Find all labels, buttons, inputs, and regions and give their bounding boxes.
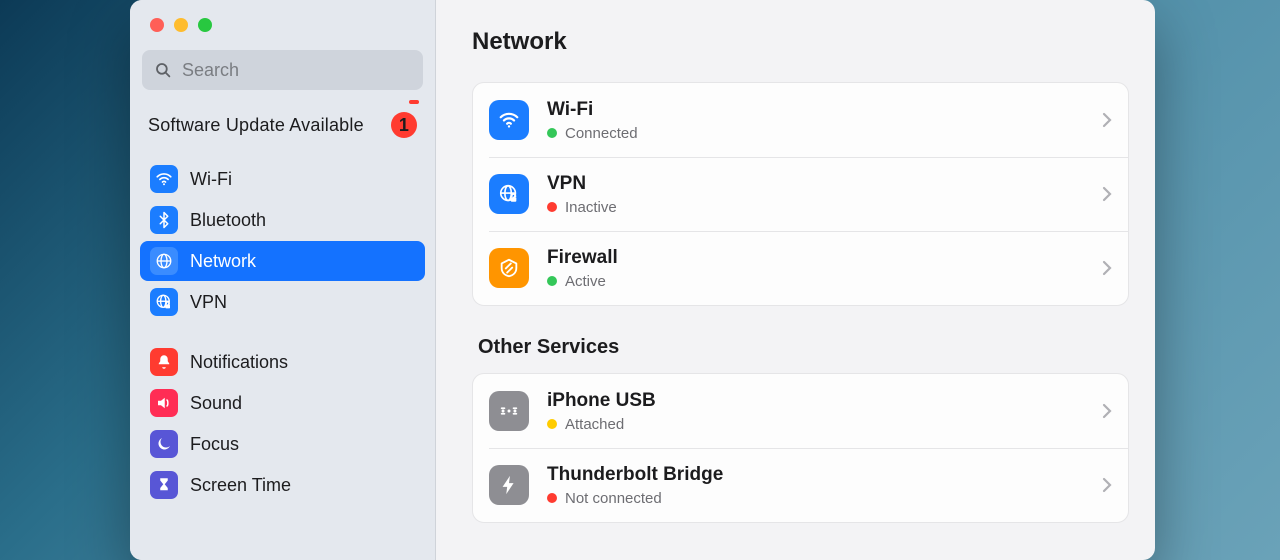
zoom-icon[interactable]	[198, 18, 212, 32]
search-input[interactable]	[142, 50, 423, 90]
window-controls	[140, 14, 425, 50]
chevron-right-icon	[1102, 112, 1112, 128]
status-label: Attached	[565, 416, 624, 433]
sidebar-item-label: Focus	[190, 434, 239, 455]
minimize-icon[interactable]	[174, 18, 188, 32]
row-vpn[interactable]: VPN Inactive	[473, 157, 1128, 231]
sidebar-item-label: Wi-Fi	[190, 169, 232, 190]
search-field[interactable]	[142, 50, 423, 90]
row-title: iPhone USB	[547, 390, 1092, 412]
sidebar-item-screentime[interactable]: Screen Time	[140, 465, 425, 505]
page-title: Network	[472, 28, 1129, 56]
globe-icon	[150, 247, 178, 275]
main-pane: Network Wi-Fi Connected	[436, 0, 1155, 560]
chevron-right-icon	[1102, 186, 1112, 202]
other-services-card: iPhone USB Attached Thunderbolt Bridge	[472, 373, 1129, 523]
row-thunderbolt[interactable]: Thunderbolt Bridge Not connected	[473, 448, 1128, 522]
sidebar-item-focus[interactable]: Focus	[140, 424, 425, 464]
vpn-icon	[489, 174, 529, 214]
sidebar-item-network[interactable]: Network	[140, 241, 425, 281]
thunderbolt-icon	[489, 465, 529, 505]
sidebar-item-label: Notifications	[190, 352, 288, 373]
row-firewall[interactable]: Firewall Active	[473, 231, 1128, 305]
software-update-row[interactable]: Software Update Available 1	[140, 106, 425, 152]
row-status: Inactive	[547, 199, 1092, 216]
status-dot-icon	[547, 202, 557, 212]
status-dot-icon	[547, 128, 557, 138]
sidebar-item-label: Bluetooth	[190, 210, 266, 231]
firewall-icon	[489, 248, 529, 288]
sidebar-item-label: Screen Time	[190, 475, 291, 496]
status-label: Not connected	[565, 490, 662, 507]
row-title: Firewall	[547, 247, 1092, 269]
row-title: Wi-Fi	[547, 99, 1092, 121]
bluetooth-icon	[150, 206, 178, 234]
hourglass-icon	[150, 471, 178, 499]
row-status: Connected	[547, 125, 1092, 142]
vpn-icon	[150, 288, 178, 316]
sidebar-item-label: VPN	[190, 292, 227, 313]
primary-services-card: Wi-Fi Connected VPN	[472, 82, 1129, 306]
sidebar-group-general: Notifications Sound Focus Screen Time	[140, 341, 425, 506]
row-wifi[interactable]: Wi-Fi Connected	[473, 83, 1128, 157]
sidebar-item-label: Sound	[190, 393, 242, 414]
wifi-icon	[489, 100, 529, 140]
sidebar: Software Update Available 1 Wi-Fi	[130, 0, 436, 560]
sidebar-item-sound[interactable]: Sound	[140, 383, 425, 423]
sidebar-item-bluetooth[interactable]: Bluetooth	[140, 200, 425, 240]
row-title: Thunderbolt Bridge	[547, 464, 1092, 486]
sound-icon	[150, 389, 178, 417]
moon-icon	[150, 430, 178, 458]
section-other-title: Other Services	[478, 336, 1129, 359]
sidebar-item-notifications[interactable]: Notifications	[140, 342, 425, 382]
sidebar-group-network: Wi-Fi Bluetooth Network	[140, 158, 425, 323]
status-label: Active	[565, 273, 606, 290]
iphone-usb-icon	[489, 391, 529, 431]
row-status: Not connected	[547, 490, 1092, 507]
sidebar-item-vpn[interactable]: VPN	[140, 282, 425, 322]
search-icon	[154, 61, 172, 79]
sidebar-item-wifi[interactable]: Wi-Fi	[140, 159, 425, 199]
row-status: Attached	[547, 416, 1092, 433]
row-title: VPN	[547, 173, 1092, 195]
status-dot-icon	[547, 419, 557, 429]
chevron-right-icon	[1102, 403, 1112, 419]
row-status: Active	[547, 273, 1092, 290]
status-label: Inactive	[565, 199, 617, 216]
chevron-right-icon	[1102, 260, 1112, 276]
close-icon[interactable]	[150, 18, 164, 32]
status-dot-icon	[547, 276, 557, 286]
chevron-right-icon	[1102, 477, 1112, 493]
software-update-label: Software Update Available	[148, 115, 364, 136]
update-count-badge: 1	[391, 112, 417, 138]
sidebar-item-label: Network	[190, 251, 256, 272]
wifi-icon	[150, 165, 178, 193]
settings-window: Software Update Available 1 Wi-Fi	[130, 0, 1155, 560]
status-label: Connected	[565, 125, 638, 142]
row-iphone-usb[interactable]: iPhone USB Attached	[473, 374, 1128, 448]
status-dot-icon	[547, 493, 557, 503]
bell-icon	[150, 348, 178, 376]
